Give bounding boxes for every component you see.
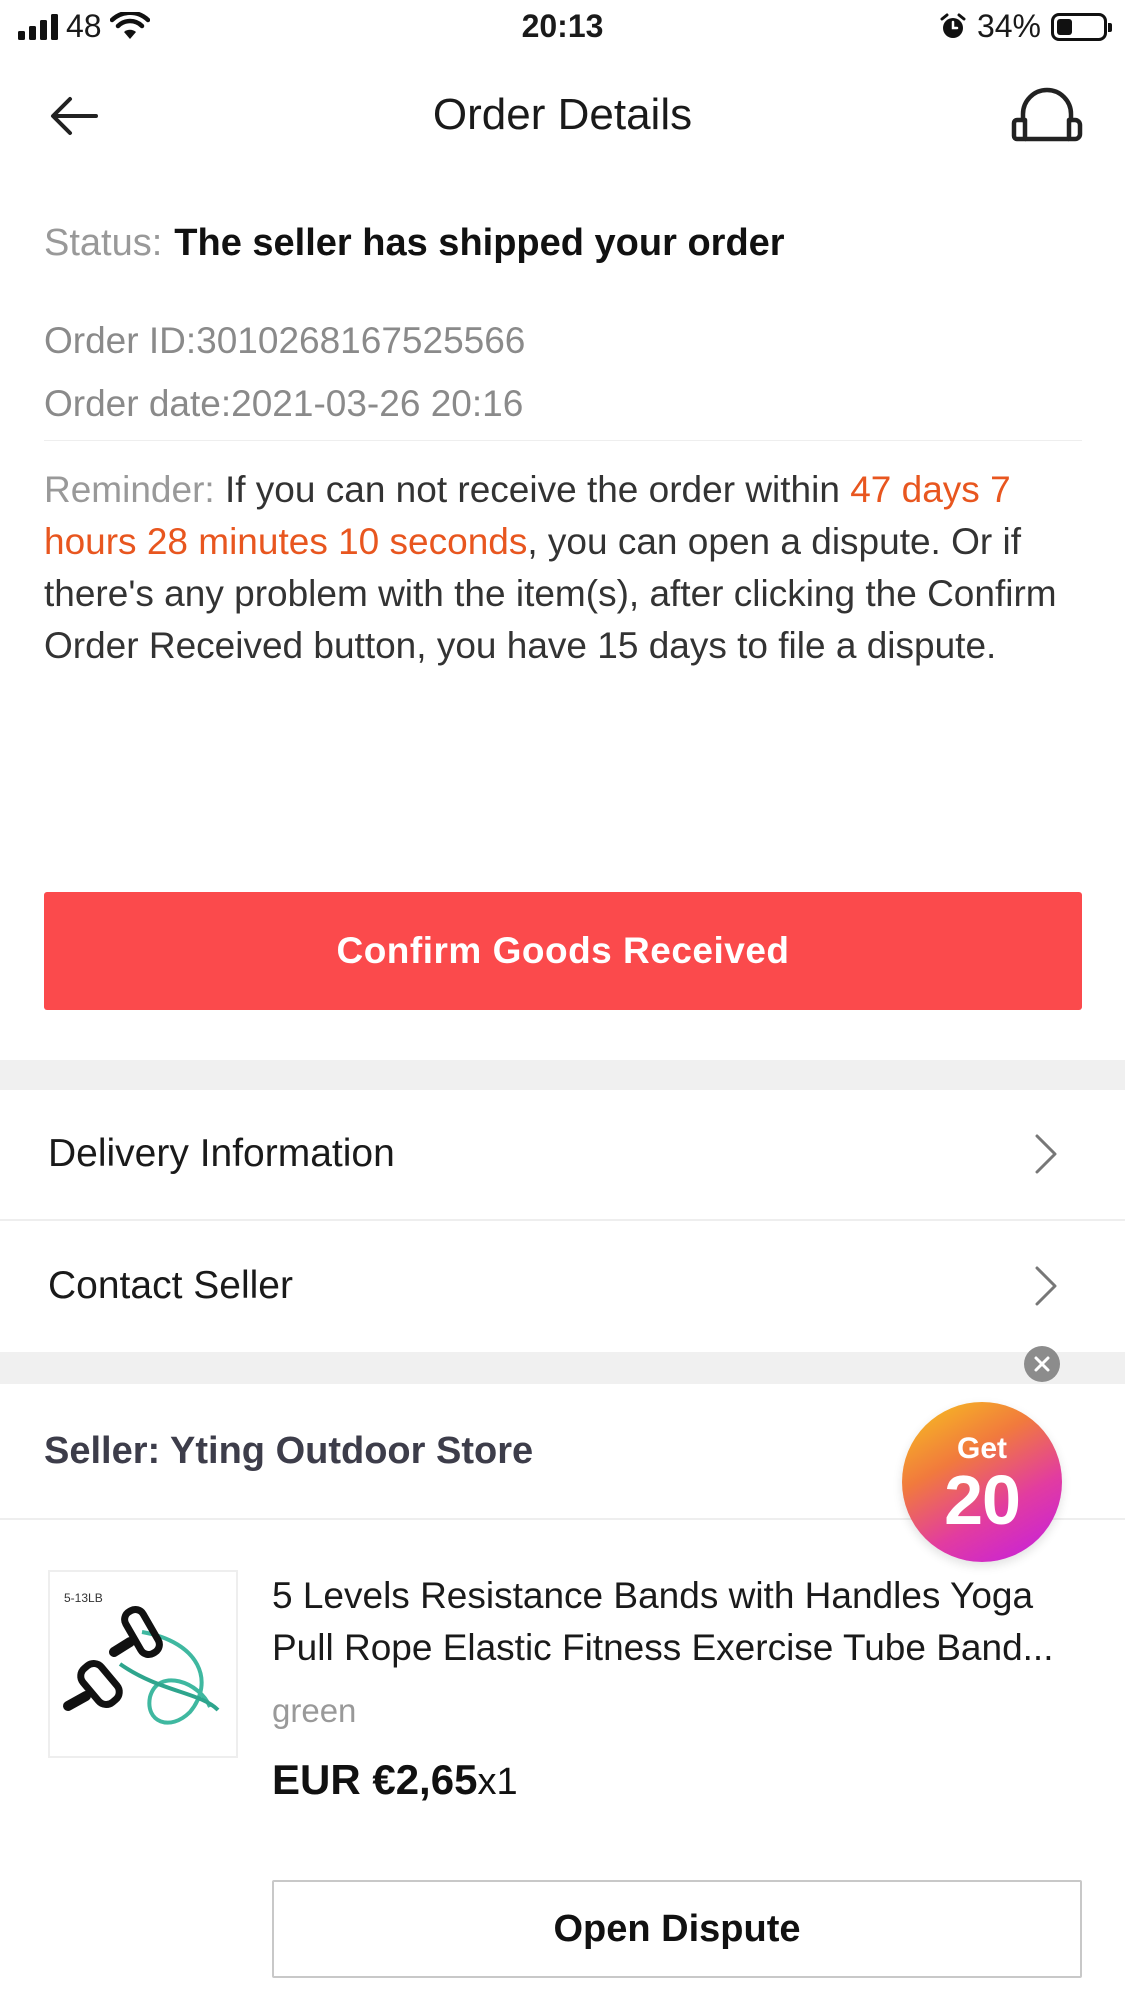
delivery-information-row[interactable]: Delivery Information [0,1090,1125,1220]
product-quantity: x1 [477,1761,518,1803]
battery-percent: 34% [976,8,1041,44]
status-text: The seller has shipped your order [174,222,785,264]
order-status: Status: The seller has shipped your order [44,222,785,265]
close-icon [1034,1356,1050,1372]
product-image-caption: 5-13LB [64,1591,103,1605]
order-id: Order ID:3010268167525566 [44,320,526,361]
order-date: Order date:2021-03-26 20:16 [44,383,524,424]
headset-icon [1011,87,1083,142]
battery-level [1057,18,1072,35]
section-gap [0,1352,1125,1384]
product-title[interactable]: 5 Levels Resistance Bands with Handles Y… [272,1570,1092,1674]
promo-close-button[interactable] [1024,1346,1060,1382]
open-dispute-button[interactable]: Open Dispute [272,1880,1082,1978]
contact-seller-label: Contact Seller [48,1264,293,1307]
nav-bar: Order Details [0,70,1125,160]
resistance-band-image: 5-13LB [63,1591,220,1725]
reminder-text: Reminder: If you can not receive the ord… [44,464,1094,672]
promo-coupon-badge[interactable]: Get 20 [902,1402,1062,1562]
delivery-information-label: Delivery Information [48,1132,395,1175]
chevron-right-icon [1035,1266,1057,1306]
page-title: Order Details [432,90,693,139]
status-label: Status: [44,222,163,264]
alarm-icon [940,13,966,38]
divider [44,440,1082,441]
battery-icon [1051,12,1112,41]
product-price: EUR €2,65 [272,1756,478,1803]
status-bar: 48 20:13 34% [0,0,1125,56]
product-variant: green [272,1692,357,1729]
confirm-goods-received-button[interactable]: Confirm Goods Received [44,892,1082,1010]
reminder-label: Reminder: [44,469,215,510]
seller-name: Seller: Yting Outdoor Store [44,1430,534,1472]
contact-seller-row[interactable]: Contact Seller [0,1222,1125,1352]
customer-service-button[interactable] [1011,84,1083,150]
row-divider [0,1219,1125,1221]
chevron-right-icon [1035,1134,1057,1174]
status-bar-right: 34% [939,8,1112,45]
product-price-line: EUR €2,65x1 [272,1756,518,1804]
product-thumbnail[interactable]: 5-13LB [48,1570,238,1758]
promo-amount: 20 [944,1461,1021,1539]
reminder-body: If you can not receive the order within [224,469,840,510]
section-gap [0,1060,1125,1090]
